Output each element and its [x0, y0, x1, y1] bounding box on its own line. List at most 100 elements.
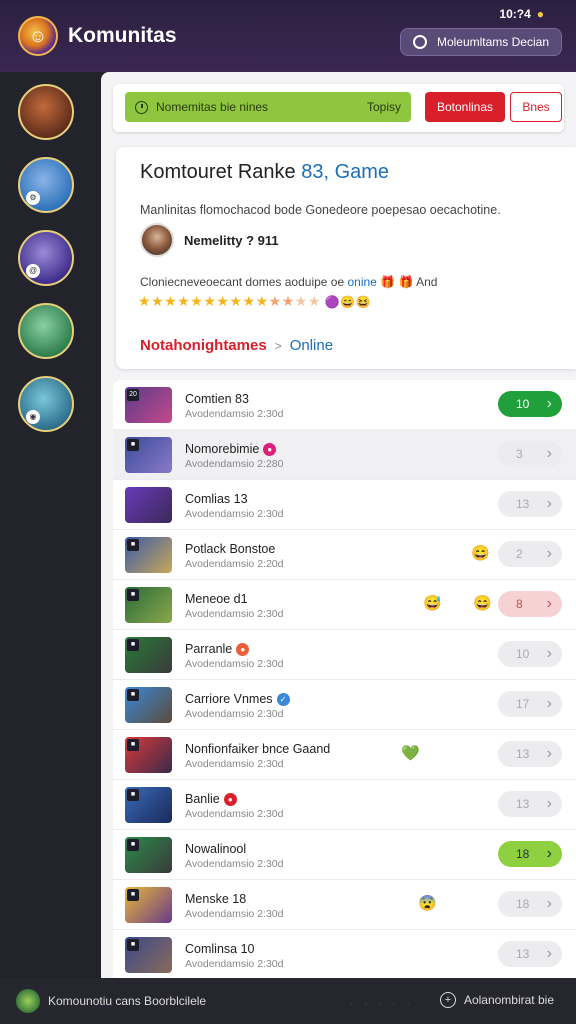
game-thumbnail: ■ — [125, 537, 172, 573]
primary-button[interactable]: Botonlinas — [425, 92, 505, 122]
list-item-subtitle: Avodendamsio 2:30d — [185, 408, 284, 420]
score-button[interactable]: 2 › — [498, 541, 562, 567]
score-button[interactable]: 13 › — [498, 741, 562, 767]
game-thumbnail: ■ — [125, 787, 172, 823]
sidebar-avatar[interactable]: ⚙ — [18, 157, 74, 213]
star-icon: ★ — [177, 293, 191, 309]
online-link[interactable]: Online — [290, 337, 333, 354]
list-item[interactable]: ■ Carriore Vnmes ✓ Avodendamsio 2:30d 17 › — [113, 680, 576, 730]
list-item-title-text: Comlinsa 10 — [185, 942, 255, 956]
list-item[interactable]: ■ Meneoe d1 Avodendamsio 2:30d 😅 😄 8 › — [113, 580, 576, 630]
info-card: Komtouret Ranke 83, Game Manlinitas flom… — [116, 147, 576, 369]
sidebar-avatar[interactable]: @ — [18, 230, 74, 286]
score-button[interactable]: 13 › — [498, 791, 562, 817]
link-row: Notahonightames > Online — [140, 337, 333, 354]
list-item[interactable]: ■ Menske 18 Avodendamsio 2:30d 😨 18 › — [113, 880, 576, 930]
list-item[interactable]: ■ Nomorebimie ● Avodendamsio 2:280 3 › — [113, 430, 576, 480]
score-button[interactable]: 3 › — [498, 441, 562, 467]
score-button[interactable]: 17 › — [498, 691, 562, 717]
list-item[interactable]: Comlias 13 Avodendamsio 2:30d 13 › — [113, 480, 576, 530]
user-row[interactable]: Nemelitty ? 911 — [140, 223, 279, 257]
list-item[interactable]: ■ Potlack Bonstoe Avodendamsio 2:20d 😄 2 › — [113, 530, 576, 580]
game-thumbnail: ■ — [125, 737, 172, 773]
list-item-title: Nowalinool — [185, 842, 246, 856]
header-action-pill[interactable]: Moleumltams Decian — [399, 28, 562, 56]
sidebar-avatar[interactable] — [18, 84, 74, 140]
thumbnail-badge-icon: ■ — [127, 539, 139, 551]
avatar-badge-icon: ⚙ — [26, 191, 40, 205]
info-title-text: Komtouret Ranke — [140, 161, 302, 183]
score-button[interactable]: 8 › — [498, 591, 562, 617]
score-button[interactable]: 18 › — [498, 891, 562, 917]
list-item-subtitle: Avodendamsio 2:30d — [185, 708, 284, 720]
chevron-right-icon: › — [546, 895, 552, 912]
chevron-right-icon: › — [546, 595, 552, 612]
star-icon: ★ — [203, 293, 217, 309]
info-line-end: 🎁 🎁 And — [376, 275, 438, 289]
list-item-subtitle: Avodendamsio 2:20d — [185, 558, 284, 570]
list-item[interactable]: ■ Parranle ● Avodendamsio 2:30d 10 › — [113, 630, 576, 680]
score-button[interactable]: 13 › — [498, 941, 562, 967]
list-item[interactable]: ■ Nonfionfaiker bnce Gaand Avodendamsio 2:… — [113, 730, 576, 780]
star-icon: ★ — [255, 293, 269, 309]
star-icon: ★ — [307, 293, 321, 309]
list-item-subtitle: Avodendamsio 2:30d — [185, 858, 284, 870]
game-thumbnail: ■ — [125, 937, 172, 973]
chevron-right-icon: › — [546, 945, 552, 962]
reaction-icon: 💚 — [401, 745, 420, 762]
avatar-badge-icon: @ — [26, 264, 40, 278]
list-item-subtitle: Avodendamsio 2:30d — [185, 908, 284, 920]
footer-right-text: Aolanombirat bie — [463, 993, 554, 1007]
list-item-title-text: Carriore Vnmes — [185, 692, 273, 706]
star-icon: ★ — [216, 293, 230, 309]
sidebar-avatar[interactable] — [18, 303, 74, 359]
app-logo[interactable]: ☺ — [18, 16, 58, 56]
game-thumbnail: ■ — [125, 837, 172, 873]
score-value: 18 — [516, 897, 530, 911]
list-item[interactable]: ■ Comlinsa 10 Avodendamsio 2:30d 13 › — [113, 930, 576, 978]
header-pill-label: Moleumltams Decian — [436, 35, 549, 49]
score-value: 13 — [516, 797, 530, 811]
chevron-right-icon: › — [546, 545, 552, 562]
list-item[interactable]: 20 Comtien 83 Avodendamsio 2:30d 10 › — [113, 380, 576, 430]
list-item[interactable]: ■ Banlie ● Avodendamsio 2:30d 13 › — [113, 780, 576, 830]
list-item-title: Comlinsa 10 — [185, 942, 254, 956]
list-item-title: Nomorebimie ● — [185, 442, 277, 456]
list-item-title-text: Nonfionfaiker bnce Gaand — [185, 742, 331, 756]
secondary-button[interactable]: Bnes — [510, 92, 562, 122]
thumbnail-badge-icon: ■ — [127, 839, 139, 851]
list-item-title-text: Potlack Bonstoe — [185, 542, 276, 556]
status-badge: ✓ — [276, 692, 290, 706]
score-button[interactable]: 13 › — [498, 491, 562, 517]
score-button[interactable]: 18 › — [498, 841, 562, 867]
list-item-title: Nonfionfaiker bnce Gaand — [185, 742, 330, 756]
community-icon — [412, 35, 427, 49]
thumbnail-badge-icon: 20 — [127, 389, 139, 401]
footer-action[interactable]: + Aolanombirat bie — [439, 992, 554, 1008]
list-item[interactable]: ■ Nowalinool Avodendamsio 2:30d 18 › — [113, 830, 576, 880]
reaction-icon: 😨 — [418, 895, 437, 912]
game-thumbnail: ■ — [125, 437, 172, 473]
plus-icon: + — [439, 992, 456, 1008]
game-thumbnail: ■ — [125, 587, 172, 623]
search-bar[interactable]: Nomemitas bie nines Topisy — [125, 92, 411, 122]
list-item-title-text: Parranle — [185, 642, 233, 656]
thumbnail-badge-icon: ■ — [127, 639, 139, 651]
app-header: ☺ Komunitas 10:?4 ● Moleumltams Decian — [0, 0, 576, 72]
list-item-title-text: Nowalinool — [185, 842, 247, 856]
sidebar-avatar[interactable]: ◉ — [18, 376, 74, 432]
games-link[interactable]: Notahonightames — [140, 337, 267, 354]
app-title: Komunitas — [68, 24, 177, 47]
page-dots: · · · · · — [350, 998, 414, 1009]
search-bar-right: Topisy — [366, 100, 401, 114]
chevron-right-icon: › — [546, 645, 552, 662]
chevron-right-icon: › — [546, 445, 552, 462]
score-button[interactable]: 10 › — [498, 641, 562, 667]
avatar[interactable] — [16, 989, 40, 1013]
main-panel: Nomemitas bie nines Topisy Botonlinas Bn… — [101, 72, 576, 978]
info-description: Manlinitas flomochacod bode Gonedeore po… — [140, 203, 501, 217]
list-item-subtitle: Avodendamsio 2:30d — [185, 758, 284, 770]
list-item-title-text: Banlie — [185, 792, 220, 806]
score-button[interactable]: 10 › — [498, 391, 562, 417]
footer-bar: Komounotiu cans Boorblcilele · · · · · +… — [0, 978, 576, 1024]
